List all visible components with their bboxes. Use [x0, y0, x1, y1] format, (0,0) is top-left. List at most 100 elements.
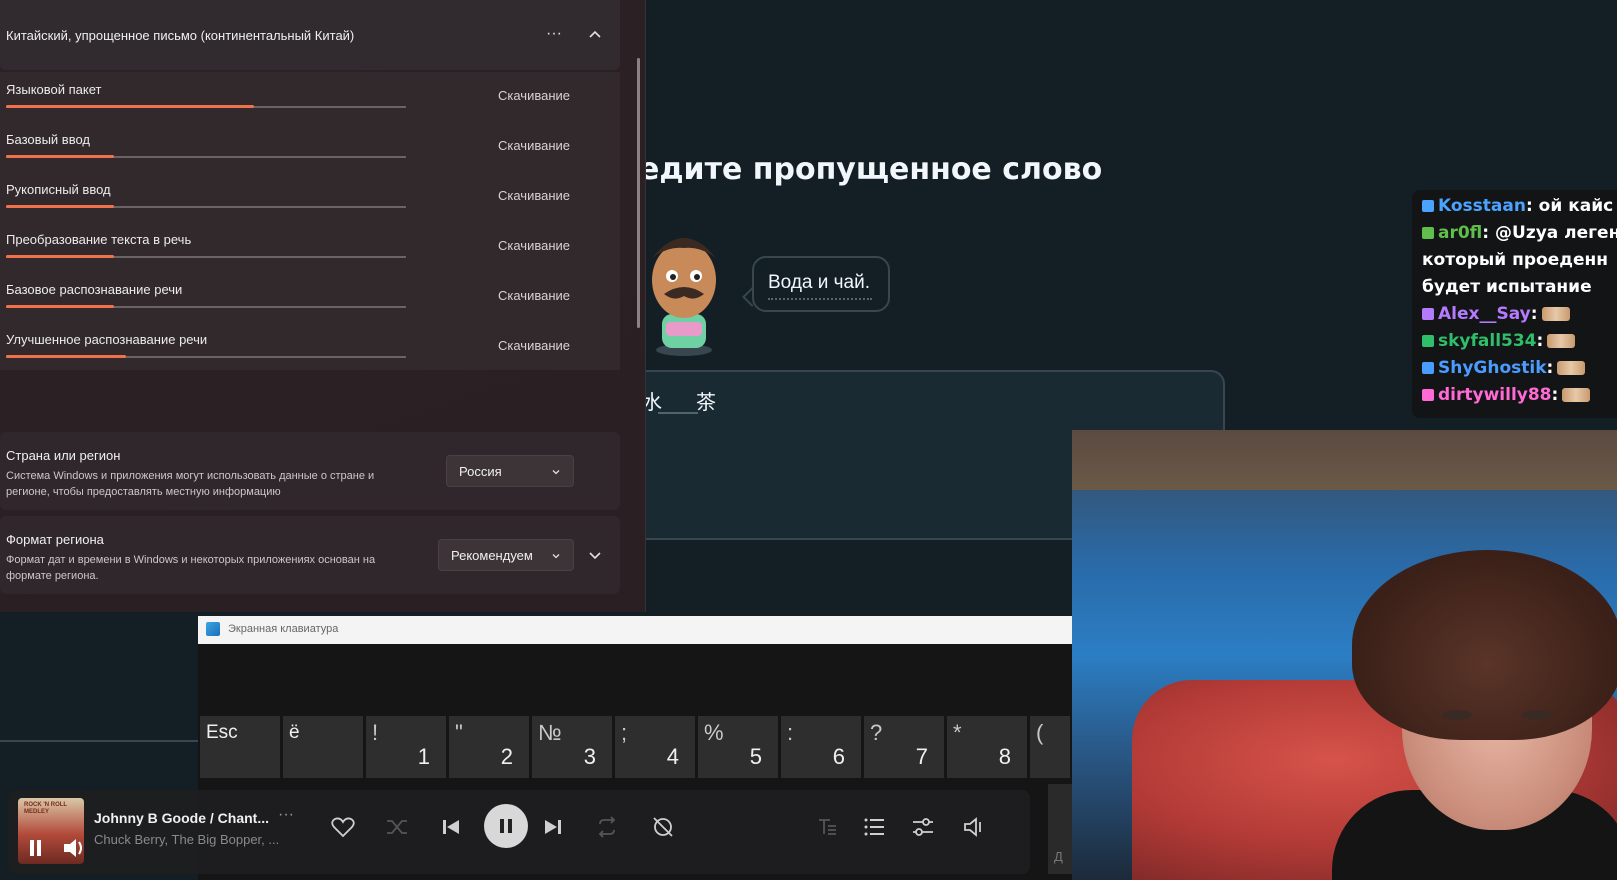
language-feature-row: Базовый ввод Скачивание [0, 122, 620, 172]
keyboard-app-icon [206, 622, 220, 636]
dislike-icon[interactable] [648, 812, 678, 842]
chat-username[interactable]: skyfall534 [1438, 331, 1537, 351]
language-settings-panel: Китайский, упрощенное письмо (континента… [0, 0, 646, 612]
language-feature-row: Рукописный ввод Скачивание [0, 172, 620, 222]
chevron-down-icon [552, 554, 560, 559]
region-format-dropdown[interactable]: Рекомендуем [438, 539, 574, 571]
download-progress-bar [6, 105, 406, 108]
osk-key-shift-label: ! [372, 720, 379, 745]
track-more-icon[interactable]: ··· [278, 806, 294, 824]
answer-word-tea[interactable]: 茶 [696, 386, 716, 415]
queue-icon[interactable] [860, 812, 890, 842]
osk-key-label: 3 [583, 744, 596, 769]
osk-key[interactable]: ё [283, 716, 363, 778]
webcam-shelf [1072, 430, 1617, 490]
osk-key-label: 6 [832, 744, 845, 769]
download-progress-fill [6, 105, 254, 108]
osk-key[interactable]: * 8 [947, 716, 1027, 778]
feature-status: Скачивание [498, 138, 571, 153]
osk-key[interactable]: № 3 [532, 716, 612, 778]
osk-key[interactable]: ! 1 [366, 716, 446, 778]
shuffle-icon[interactable] [382, 812, 412, 842]
equalizer-icon[interactable] [908, 812, 938, 842]
chat-badge-icon [1422, 200, 1434, 212]
next-icon[interactable] [538, 812, 568, 842]
expand-chevron-icon[interactable] [588, 548, 602, 562]
repeat-icon[interactable] [592, 812, 622, 842]
chat-emote-icon [1557, 361, 1586, 375]
feature-status: Скачивание [498, 238, 571, 253]
osk-key-shift-label: * [953, 720, 962, 745]
download-progress-bar [6, 205, 406, 208]
album-art[interactable]: ROCK 'N ROLL MEDLEY [18, 798, 84, 864]
answer-blank[interactable] [658, 412, 698, 414]
speech-bubble[interactable]: Вода и чай. [752, 256, 890, 312]
language-feature-row: Преобразование текста в речь Скачивание [0, 222, 620, 272]
chat-message: Alex__Say: [1422, 304, 1570, 324]
track-artist[interactable]: Chuck Berry, The Big Bopper, ... [94, 832, 279, 847]
osk-key-shift-label: ( [1036, 720, 1044, 745]
language-header[interactable]: Китайский, упрощенное письмо (континента… [0, 0, 620, 70]
lyrics-icon[interactable] [812, 812, 842, 842]
chat-username[interactable]: Alex__Say [1438, 304, 1531, 324]
webcam-person-eye [1442, 710, 1472, 720]
heart-icon[interactable] [328, 812, 358, 842]
pause-button[interactable] [484, 804, 528, 848]
chat-text: : [1551, 385, 1559, 405]
download-progress-fill [6, 355, 126, 358]
chat-text: : [1546, 358, 1554, 378]
settings-scrollbar[interactable] [637, 58, 640, 328]
osk-key[interactable]: Esc [200, 716, 280, 778]
chat-message: ShyGhostik: [1422, 358, 1586, 378]
screen: ведите пропущенное слово Вода и чай. 水 茶… [0, 0, 1617, 880]
osk-key[interactable]: Д [1048, 784, 1072, 874]
feature-label: Преобразование текста в речь [6, 232, 192, 247]
osk-key-label: Esc [206, 722, 238, 743]
more-options-icon[interactable]: ··· [544, 24, 564, 44]
osk-key-shift-label: ? [870, 720, 883, 745]
osk-key-shift-label: № [538, 720, 562, 745]
osk-key[interactable]: :6 [781, 716, 861, 778]
osk-key-shift-label: : [787, 720, 794, 745]
previous-icon[interactable] [436, 812, 466, 842]
chat-username[interactable]: Kosstaan [1438, 196, 1526, 216]
country-region-dropdown[interactable]: Россия [446, 455, 574, 487]
osk-key[interactable]: ; 4 [615, 716, 695, 778]
chat-username[interactable]: ShyGhostik [1438, 358, 1547, 378]
download-progress-bar [6, 255, 406, 258]
chevron-down-icon [552, 470, 560, 475]
chat-text: который проеденн [1422, 250, 1608, 270]
osk-key-shift-label: % [704, 720, 724, 745]
chevron-up-icon[interactable] [586, 26, 604, 44]
speech-bubble-underline [768, 298, 872, 300]
chat-text: : @Uzya легенд [1482, 223, 1617, 243]
chat-badge-icon [1422, 362, 1434, 374]
osk-key[interactable]: " 2 [449, 716, 529, 778]
chat-message: dirtywilly88: [1422, 385, 1591, 405]
language-feature-row: Языковой пакет Скачивание [0, 72, 620, 122]
region-format-card[interactable]: Формат региона Формат дат и времени в Wi… [0, 516, 620, 594]
osk-key[interactable]: ( [1030, 716, 1070, 778]
osk-titlebar[interactable]: Экранная клавиатура [198, 616, 1072, 644]
download-progress-bar [6, 305, 406, 308]
osk-key-label: 8 [998, 744, 1011, 769]
osk-key-shift-label: " [455, 720, 463, 745]
chat-username[interactable]: ar0fl [1438, 223, 1482, 243]
feature-status: Скачивание [498, 338, 571, 353]
country-region-description: Система Windows и приложения могут испол… [6, 470, 375, 498]
osk-key[interactable]: % 5 [698, 716, 778, 778]
language-feature-row: Базовое распознавание речи Скачивание [0, 272, 620, 322]
osk-key-label: Д [1054, 849, 1063, 864]
track-title[interactable]: Johnny B Goode / Chant... [94, 810, 269, 826]
lesson-prompt-title: ведите пропущенное слово [620, 152, 1103, 187]
chat-username[interactable]: dirtywilly88 [1438, 385, 1552, 405]
media-player: ROCK 'N ROLL MEDLEY Johnny B Goode / Cha… [8, 790, 1030, 874]
osk-key-label: 1 [417, 744, 430, 769]
osk-key-label: 7 [915, 744, 928, 769]
chat-text: : [1536, 331, 1544, 351]
osk-key[interactable]: ? 7 [864, 716, 944, 778]
volume-icon[interactable] [958, 812, 988, 842]
region-format-value: Рекомендуем [451, 548, 533, 563]
language-features-list: Языковой пакет Скачивание Базовый ввод Скач… [0, 72, 620, 370]
pause-icon [500, 819, 512, 833]
